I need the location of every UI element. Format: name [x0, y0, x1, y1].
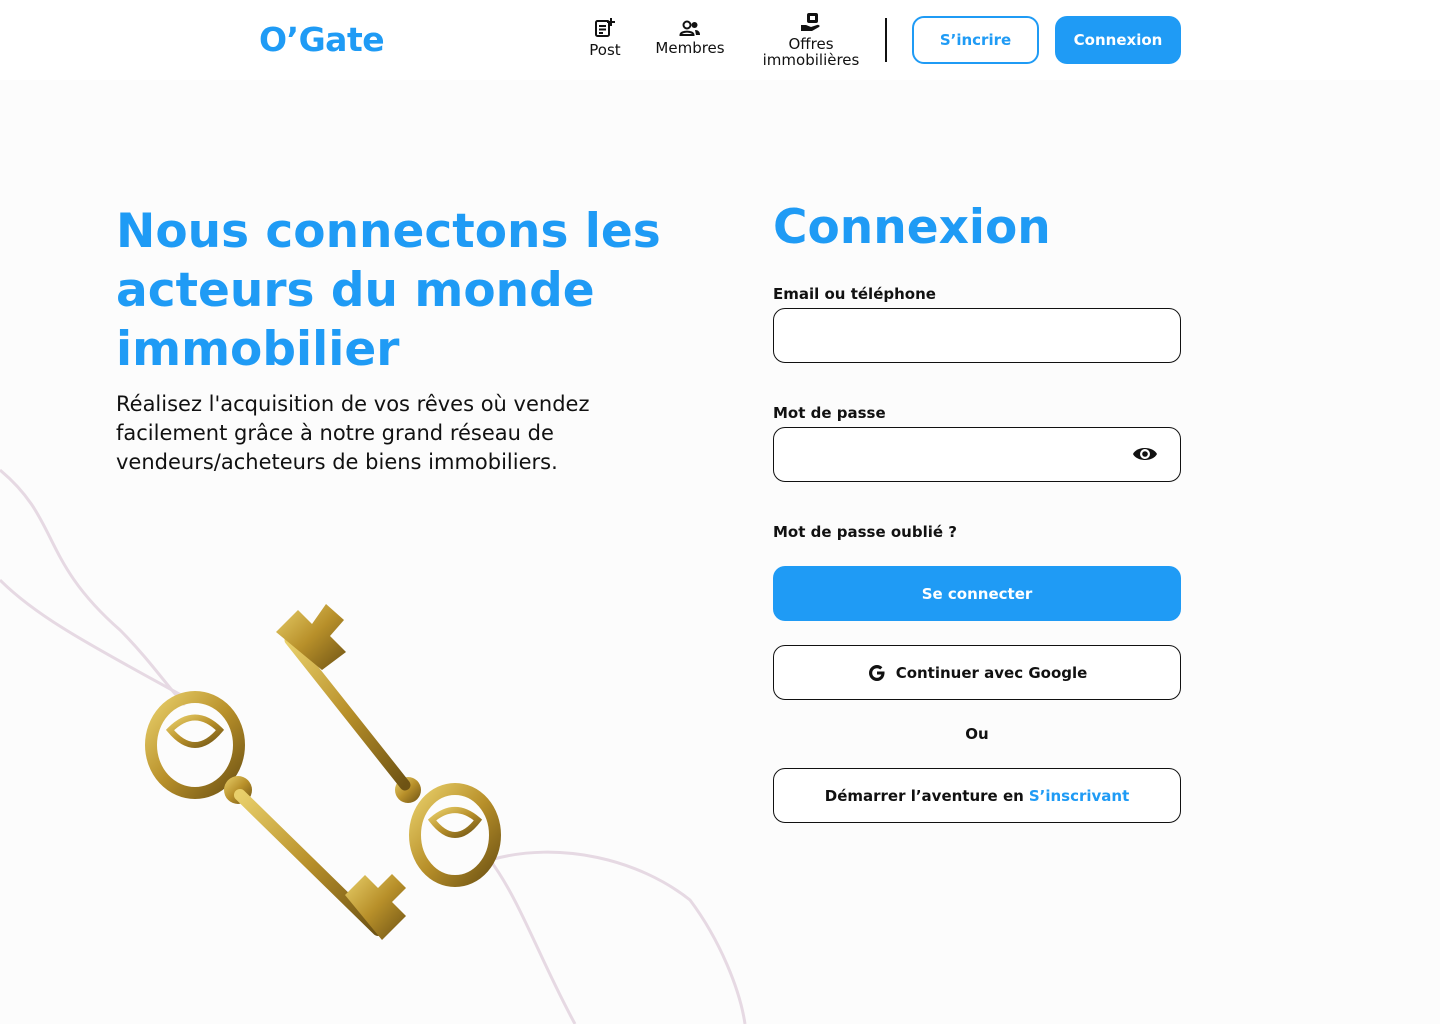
nav-item-offres-immobilieres[interactable]: Offres immobilières	[752, 12, 870, 68]
keys-illustration	[0, 468, 747, 1024]
password-label: Mot de passe	[773, 404, 886, 422]
google-button-label: Continuer avec Google	[895, 663, 1088, 682]
members-icon	[679, 20, 700, 36]
start-signup-button[interactable]: Démarrer l’aventure en S’inscrivant	[773, 768, 1181, 823]
property-offer-icon	[801, 13, 820, 31]
email-label: Email ou téléphone	[773, 285, 936, 303]
signup-button[interactable]: S’incrire	[912, 16, 1039, 64]
hero-title: Nous connectons les acteurs du monde imm…	[116, 204, 661, 377]
nav-item-label: Membres	[655, 39, 725, 57]
google-login-button[interactable]: Continuer avec Google	[773, 645, 1181, 700]
or-separator: Ou	[965, 725, 989, 743]
top-navbar: O’Gate Post Membres Offres immobilières	[0, 0, 1440, 80]
email-field[interactable]	[773, 308, 1181, 363]
google-icon	[868, 664, 885, 681]
nav-divider	[885, 18, 887, 62]
post-add-icon	[595, 18, 615, 37]
eye-icon[interactable]	[1132, 443, 1158, 465]
signup-link[interactable]: S’inscrivant	[1029, 787, 1129, 805]
login-title: Connexion	[773, 200, 1051, 255]
forgot-password-link[interactable]: Mot de passe oublié ?	[773, 523, 957, 541]
signup-prefix-text: Démarrer l’aventure en	[824, 786, 1024, 805]
nav-item-label: Post	[589, 41, 621, 59]
nav-item-label-line1: Offres	[788, 35, 834, 53]
password-field[interactable]	[773, 427, 1181, 482]
brand-logo[interactable]: O’Gate	[259, 20, 385, 59]
nav-item-label-line2: immobilières	[762, 51, 860, 69]
login-header-button[interactable]: Connexion	[1055, 16, 1181, 64]
nav-item-membres[interactable]: Membres	[648, 20, 732, 56]
login-submit-button[interactable]: Se connecter	[773, 566, 1181, 621]
nav-item-post[interactable]: Post	[584, 18, 626, 58]
